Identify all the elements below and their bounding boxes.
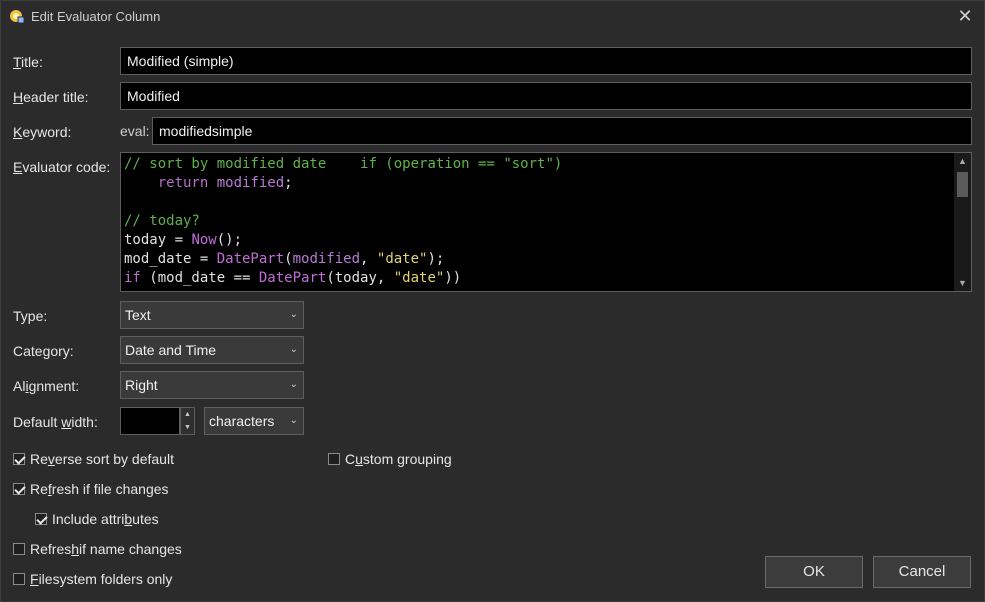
code-text: // sort by modified date if (operation =… — [124, 156, 563, 286]
ok-button[interactable]: OK — [765, 556, 863, 588]
width-unit-value: characters — [209, 413, 275, 429]
type-value: Text — [125, 307, 151, 323]
scroll-up-icon[interactable]: ▲ — [954, 153, 971, 169]
keyword-input[interactable]: modifiedsimple — [152, 117, 972, 145]
reverse-sort-checkbox[interactable]: Re v erse sort by default — [13, 451, 174, 467]
refresh-name-changes-checkbox[interactable]: Refres h if name changes — [13, 541, 182, 557]
title-input[interactable]: Modified (simple) — [120, 47, 972, 75]
default-width-input[interactable] — [120, 407, 180, 435]
app-icon — [10, 10, 25, 24]
checkbox-checked-icon — [35, 513, 47, 525]
evaluator-code-editor[interactable]: // sort by modified date if (operation =… — [120, 152, 972, 292]
checkbox-empty-icon — [13, 543, 25, 555]
alignment-value: Right — [125, 377, 158, 393]
refresh-file-changes-checkbox[interactable]: Re f resh if file changes — [13, 481, 169, 497]
width-spinner[interactable]: ▲ ▼ — [180, 407, 195, 435]
category-label: Category: — [13, 343, 74, 359]
header-title-label: Header title: — [13, 89, 89, 105]
cancel-button[interactable]: Cancel — [873, 556, 971, 588]
scroll-thumb[interactable] — [957, 172, 968, 197]
include-attributes-checkbox[interactable]: Include attri b utes — [35, 511, 159, 527]
code-scrollbar[interactable]: ▲ ▼ — [954, 153, 971, 291]
type-select[interactable]: Text ⌄ — [120, 301, 304, 329]
checkbox-empty-icon — [13, 573, 25, 585]
spin-down-icon[interactable]: ▼ — [181, 421, 194, 434]
width-unit-select[interactable]: characters ⌄ — [204, 407, 304, 435]
checkbox-checked-icon — [13, 483, 25, 495]
chevron-down-icon: ⌄ — [289, 344, 298, 355]
chevron-down-icon: ⌄ — [289, 379, 298, 390]
category-select[interactable]: Date and Time ⌄ — [120, 336, 304, 364]
alignment-label: Alignment: — [13, 378, 80, 394]
title-label: Title: — [13, 54, 43, 70]
default-width-label: Default width: — [13, 414, 98, 430]
filesystem-folders-checkbox[interactable]: Filesystem folders only — [13, 571, 172, 587]
spin-up-icon[interactable]: ▲ — [181, 408, 194, 421]
title-bar: Edit Evaluator Column ✕ — [1, 1, 984, 32]
header-title-input[interactable]: Modified — [120, 82, 972, 110]
evaluator-code-label: Evaluator code: — [13, 159, 111, 175]
alignment-select[interactable]: Right ⌄ — [120, 371, 304, 399]
checkbox-checked-icon — [13, 453, 25, 465]
keyword-label: Keyword: — [13, 124, 72, 140]
scroll-down-icon[interactable]: ▼ — [954, 275, 971, 291]
type-label: Type: — [13, 308, 48, 324]
window-title: Edit Evaluator Column — [31, 9, 161, 24]
dialog-window: Edit Evaluator Column ✕ Title: Modified … — [0, 0, 985, 602]
chevron-down-icon: ⌄ — [289, 309, 298, 320]
custom-grouping-checkbox[interactable]: Cu stom grouping — [328, 451, 452, 467]
keyword-prefix: eval: — [120, 123, 150, 139]
checkbox-empty-icon — [328, 453, 340, 465]
close-icon[interactable]: ✕ — [954, 5, 976, 27]
chevron-down-icon: ⌄ — [289, 415, 298, 426]
category-value: Date and Time — [125, 342, 217, 358]
